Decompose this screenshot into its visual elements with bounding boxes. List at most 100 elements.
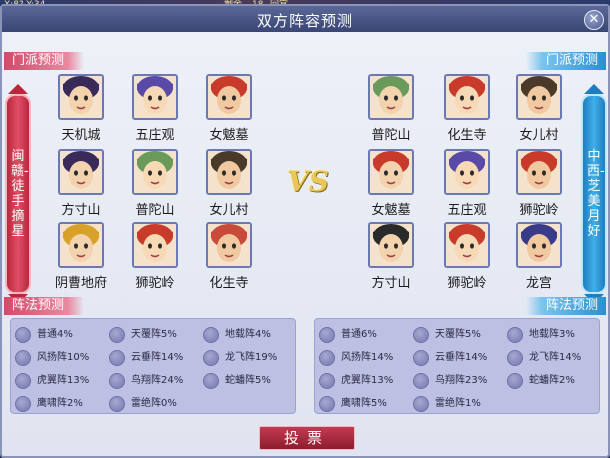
left-hero-6[interactable]: 女儿村 (196, 149, 262, 221)
radio-icon[interactable] (413, 350, 429, 366)
right-hero-7[interactable]: 方寸山 (358, 222, 424, 294)
right-hero-5[interactable]: 五庄观 (434, 149, 500, 221)
left-hero-8[interactable]: 狮驼岭 (122, 222, 188, 294)
left-hero-7[interactable]: 阴曹地府 (48, 222, 114, 294)
formation-label: 风扬阵14% (341, 352, 394, 363)
formation-option[interactable]: 蛇蟠阵5% (203, 373, 293, 389)
radio-icon[interactable] (319, 373, 335, 389)
formation-option[interactable]: 龙飞阵14% (507, 350, 597, 366)
formation-label: 地载阵4% (225, 329, 271, 340)
right-player-name: 中西-芝美月好 (587, 149, 605, 239)
formation-option[interactable]: 风扬阵10% (15, 350, 105, 366)
left-hero-4[interactable]: 方寸山 (48, 149, 114, 221)
right-formation-tag: 阵法预测 (526, 297, 606, 315)
hero-portrait-icon (368, 222, 414, 268)
formation-label: 地载阵3% (529, 329, 575, 340)
formation-option[interactable]: 鸟翔阵23% (413, 373, 503, 389)
hero-name: 女儿村 (519, 128, 559, 143)
formation-option[interactable]: 鹰啸阵2% (15, 396, 105, 412)
left-formation-panel: 普通4% 天覆阵5% 地载阵4% 风扬阵10% 云垂阵14% 龙飞阵19% 虎翼阵13% 鸟翔… (10, 318, 296, 414)
left-player-banner: 闽赣-徒手摘星 (5, 94, 31, 294)
formation-option[interactable]: 雷绝阵1% (413, 396, 503, 412)
radio-icon[interactable] (15, 350, 31, 366)
radio-icon[interactable] (109, 396, 125, 412)
radio-icon[interactable] (15, 396, 31, 412)
lineup-prediction-window: 双方阵容预测 ✕ 门派预测 闽赣-徒手摘星 天机城 五庄观 女魃墓 方寸山 普陀山 女儿村… (0, 4, 610, 458)
formation-option[interactable]: 普通6% (319, 327, 409, 343)
hero-name: 狮驼岭 (519, 203, 559, 218)
right-hero-4[interactable]: 女魃墓 (358, 149, 424, 221)
vs-label: VS (287, 165, 329, 198)
formation-label: 蛇蟠阵5% (225, 375, 271, 386)
right-hero-1[interactable]: 普陀山 (358, 74, 424, 146)
right-player-banner: 中西-芝美月好 (581, 94, 607, 294)
radio-icon[interactable] (507, 327, 523, 343)
radio-icon[interactable] (413, 327, 429, 343)
radio-icon[interactable] (319, 350, 335, 366)
hero-name: 狮驼岭 (135, 276, 175, 291)
formation-label: 龙飞阵19% (225, 352, 278, 363)
right-hero-3[interactable]: 女儿村 (506, 74, 572, 146)
formation-option[interactable]: 云垂阵14% (413, 350, 503, 366)
title-bar[interactable]: 双方阵容预测 ✕ (2, 6, 608, 32)
radio-icon[interactable] (15, 373, 31, 389)
formation-option[interactable]: 普通4% (15, 327, 105, 343)
hero-name: 五庄观 (447, 203, 487, 218)
right-hero-8[interactable]: 狮驼岭 (434, 222, 500, 294)
formation-option[interactable]: 地载阵4% (203, 327, 293, 343)
vote-button[interactable]: 投票 (259, 426, 355, 450)
formation-option[interactable]: 鸟翔阵24% (109, 373, 199, 389)
left-hero-2[interactable]: 五庄观 (122, 74, 188, 146)
right-hero-9[interactable]: 龙宫 (506, 222, 572, 294)
formation-label: 云垂阵14% (131, 352, 184, 363)
formation-option[interactable]: 雷绝阵0% (109, 396, 199, 412)
formation-option[interactable]: 云垂阵14% (109, 350, 199, 366)
hero-portrait-icon (516, 222, 562, 268)
radio-icon[interactable] (507, 373, 523, 389)
formation-label: 蛇蟠阵2% (529, 375, 575, 386)
hero-portrait-icon (516, 74, 562, 120)
formation-option[interactable]: 天覆阵5% (413, 327, 503, 343)
close-icon: ✕ (588, 12, 600, 27)
hero-portrait-icon (368, 149, 414, 195)
hero-portrait-icon (206, 222, 252, 268)
close-button[interactable]: ✕ (584, 10, 604, 30)
left-hero-1[interactable]: 天机城 (48, 74, 114, 146)
left-hero-5[interactable]: 普陀山 (122, 149, 188, 221)
radio-icon[interactable] (319, 327, 335, 343)
formation-label: 虎翼阵13% (341, 375, 394, 386)
hero-name: 女魃墓 (371, 203, 411, 218)
radio-icon[interactable] (203, 373, 219, 389)
radio-icon[interactable] (109, 373, 125, 389)
right-hero-6[interactable]: 狮驼岭 (506, 149, 572, 221)
formation-option[interactable]: 风扬阵14% (319, 350, 409, 366)
radio-icon[interactable] (413, 396, 429, 412)
radio-icon[interactable] (203, 327, 219, 343)
formation-option[interactable]: 龙飞阵19% (203, 350, 293, 366)
hero-portrait-icon (368, 74, 414, 120)
formation-label: 鸟翔阵24% (131, 375, 184, 386)
left-hero-3[interactable]: 女魃墓 (196, 74, 262, 146)
formation-option[interactable]: 虎翼阵13% (319, 373, 409, 389)
formation-option[interactable]: 虎翼阵13% (15, 373, 105, 389)
formation-label: 鹰啸阵5% (341, 398, 387, 409)
radio-icon[interactable] (413, 373, 429, 389)
left-hero-9[interactable]: 化生寺 (196, 222, 262, 294)
formation-option[interactable]: 蛇蟠阵2% (507, 373, 597, 389)
radio-icon[interactable] (109, 327, 125, 343)
hero-name: 化生寺 (447, 128, 487, 143)
radio-icon[interactable] (15, 327, 31, 343)
hero-name: 五庄观 (135, 128, 175, 143)
hero-name: 女魃墓 (209, 128, 249, 143)
hero-name: 天机城 (61, 128, 101, 143)
right-hero-2[interactable]: 化生寺 (434, 74, 500, 146)
radio-icon[interactable] (203, 350, 219, 366)
hero-name: 化生寺 (209, 276, 249, 291)
radio-icon[interactable] (507, 350, 523, 366)
formation-option[interactable]: 天覆阵5% (109, 327, 199, 343)
radio-icon[interactable] (109, 350, 125, 366)
formation-option[interactable]: 地载阵3% (507, 327, 597, 343)
radio-icon[interactable] (319, 396, 335, 412)
formation-option[interactable]: 鹰啸阵5% (319, 396, 409, 412)
left-formation-tag: 阵法预测 (4, 297, 84, 315)
